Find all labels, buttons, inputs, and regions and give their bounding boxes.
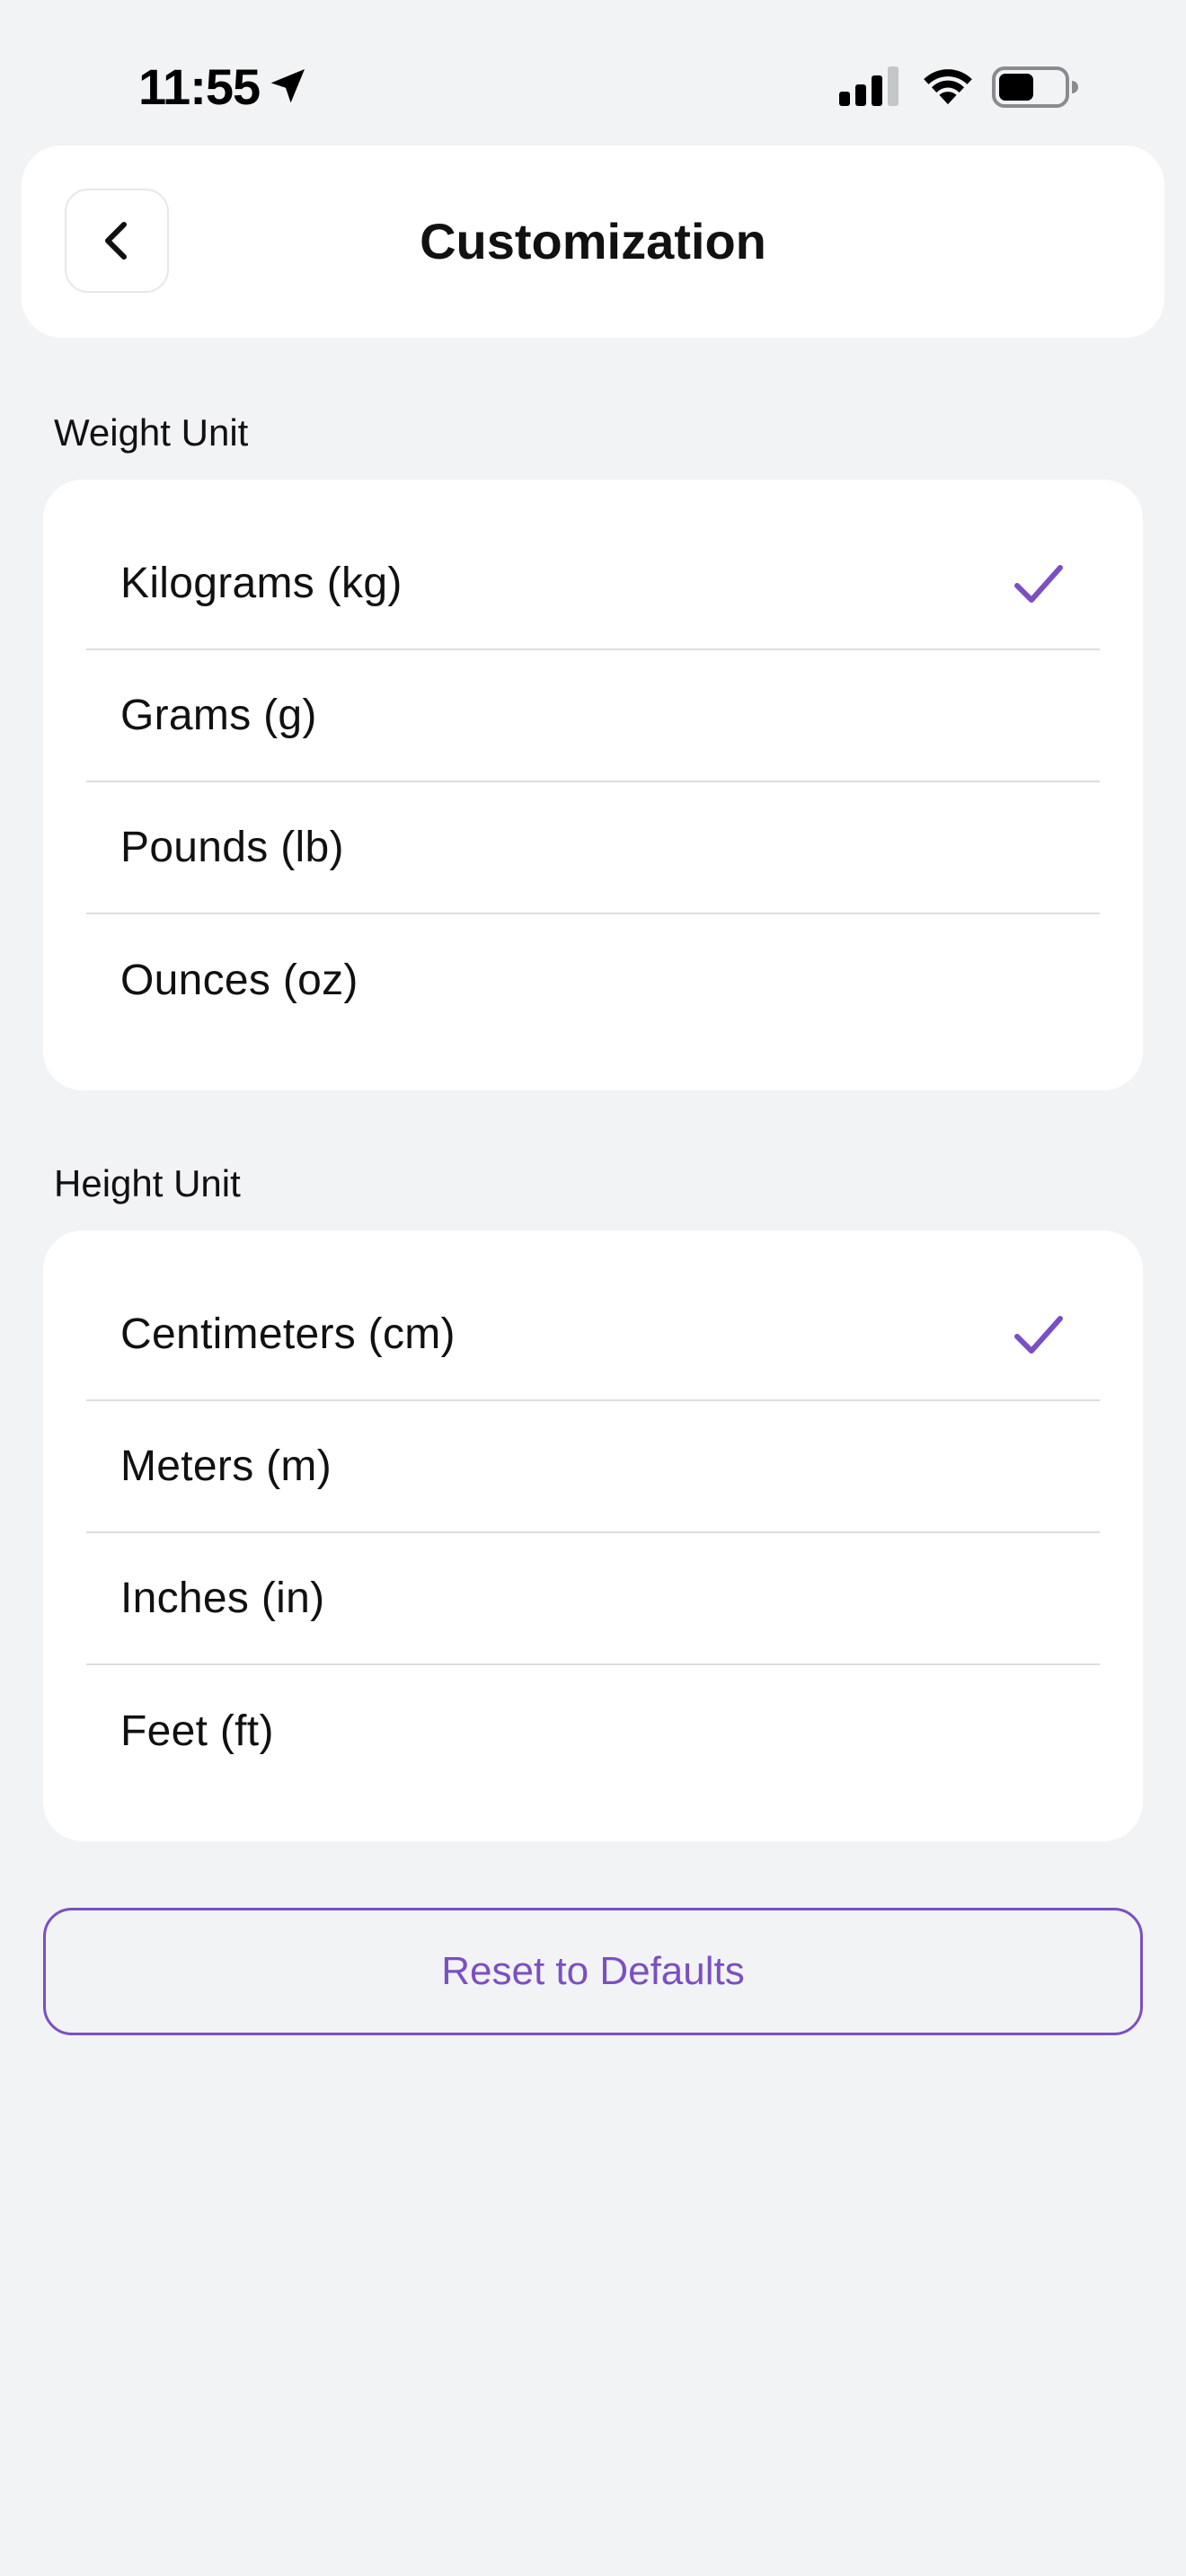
height-unit-options: Centimeters (cm) Meters (m) Inches (in) … bbox=[43, 1231, 1143, 1841]
option-label: Inches (in) bbox=[120, 1575, 325, 1622]
weight-unit-section-label: Weight Unit bbox=[54, 411, 249, 454]
page-title: Customization bbox=[420, 213, 766, 269]
option-label: Meters (m) bbox=[120, 1442, 332, 1490]
height-option-centimeters[interactable]: Centimeters (cm) bbox=[86, 1269, 1100, 1401]
weight-option-pounds[interactable]: Pounds (lb) bbox=[86, 782, 1100, 914]
option-label: Kilograms (kg) bbox=[120, 560, 403, 607]
header-bar: Customization bbox=[22, 146, 1164, 338]
option-label: Pounds (lb) bbox=[120, 824, 344, 871]
checkmark-icon bbox=[1014, 564, 1063, 603]
height-unit-section-label: Height Unit bbox=[54, 1162, 241, 1204]
status-time: 11:55 bbox=[138, 58, 261, 115]
height-option-feet[interactable]: Feet (ft) bbox=[86, 1665, 1100, 1797]
height-option-meters[interactable]: Meters (m) bbox=[86, 1401, 1100, 1533]
weight-option-grams[interactable]: Grams (g) bbox=[86, 650, 1100, 782]
option-label: Centimeters (cm) bbox=[120, 1310, 456, 1358]
weight-option-ounces[interactable]: Ounces (oz) bbox=[86, 914, 1100, 1046]
location-arrow-icon bbox=[270, 69, 305, 103]
option-label: Grams (g) bbox=[120, 692, 317, 739]
option-label: Feet (ft) bbox=[120, 1707, 274, 1755]
status-bar: 11:55 bbox=[0, 0, 1186, 144]
cellular-signal-icon bbox=[839, 66, 898, 106]
checkmark-icon bbox=[1014, 1315, 1063, 1354]
height-option-inches[interactable]: Inches (in) bbox=[86, 1533, 1100, 1665]
option-label: Ounces (oz) bbox=[120, 957, 358, 1004]
weight-option-kilograms[interactable]: Kilograms (kg) bbox=[86, 518, 1100, 650]
weight-unit-options: Kilograms (kg) Grams (g) Pounds (lb) Oun… bbox=[43, 480, 1143, 1090]
wifi-icon bbox=[924, 69, 972, 105]
reset-to-defaults-button[interactable]: Reset to Defaults bbox=[43, 1908, 1143, 2035]
battery-icon bbox=[992, 66, 1078, 108]
